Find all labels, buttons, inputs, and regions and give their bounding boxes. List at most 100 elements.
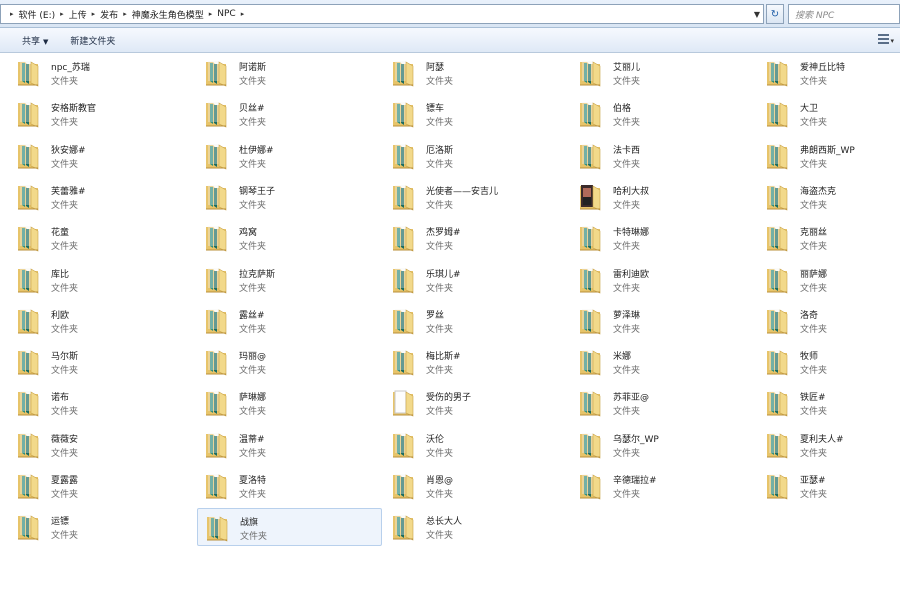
breadcrumb-item[interactable]: 软件 (E:): [19, 8, 56, 21]
breadcrumb-item[interactable]: 发布: [100, 8, 118, 21]
folder-icon: [16, 99, 40, 128]
folder-item[interactable]: 铁匠# 文件夹: [749, 384, 900, 422]
folder-item[interactable]: 丽萨娜 文件夹: [749, 261, 900, 299]
folder-type-label: 文件夹: [239, 242, 267, 253]
folder-icon: [578, 58, 602, 87]
folder-item[interactable]: 鸡窝 文件夹: [188, 219, 372, 257]
folder-item[interactable]: 弗朗西斯_WP 文件夹: [749, 137, 900, 175]
address-bar[interactable]: ▸ 软件 (E:) ▸ 上传 ▸ 发布 ▸ 神魔永生角色模型 ▸ NPC ▸ ▼: [0, 4, 764, 24]
folder-item[interactable]: 萨琳娜 文件夹: [188, 384, 372, 422]
folder-item[interactable]: 萝泽琳 文件夹: [562, 302, 746, 340]
folder-item[interactable]: 肖恩@ 文件夹: [375, 467, 559, 505]
folder-icon: [391, 265, 415, 294]
folder-item[interactable]: 拉克萨斯 文件夹: [188, 261, 372, 299]
folder-item[interactable]: 海盗杰克 文件夹: [749, 178, 900, 216]
breadcrumb-item[interactable]: 神魔永生角色模型: [132, 8, 204, 21]
folder-item[interactable]: 厄洛斯 文件夹: [375, 137, 559, 175]
folder-item[interactable]: 总长大人 文件夹: [375, 508, 559, 546]
folder-type-label: 文件夹: [613, 366, 641, 377]
folder-item[interactable]: 安格斯教官 文件夹: [0, 95, 184, 133]
folder-item[interactable]: 光使者——安吉儿 文件夹: [375, 178, 559, 216]
folder-item[interactable]: 芙蕾雅# 文件夹: [0, 178, 184, 216]
folder-item[interactable]: 战旗 文件夹: [197, 508, 382, 547]
folder-item[interactable]: 利欧 文件夹: [0, 302, 184, 340]
folder-item[interactable]: 法卡西 文件夹: [562, 137, 746, 175]
search-input[interactable]: 搜索 NPC: [788, 4, 900, 24]
folder-item[interactable]: 沃伦 文件夹: [375, 426, 559, 464]
folder-item[interactable]: 阿瑟 文件夹: [375, 54, 559, 92]
folder-name: 阿诺斯: [239, 63, 267, 73]
folder-name: 鸡窝: [239, 228, 258, 239]
folder-item[interactable]: 伯格 文件夹: [562, 95, 746, 133]
folder-type-label: 文件夹: [426, 118, 454, 129]
folder-name: 乌瑟尔_WP: [613, 434, 659, 445]
view-options-icon[interactable]: ▾: [878, 34, 894, 46]
folder-item[interactable]: npc_苏瑞 文件夹: [0, 54, 184, 92]
folder-item[interactable]: 卡特琳娜 文件夹: [562, 219, 746, 257]
breadcrumb-chevron-icon[interactable]: ▸: [123, 10, 127, 18]
folder-item[interactable]: 克丽丝 文件夹: [749, 219, 900, 257]
folder-name: 艾丽儿: [613, 63, 641, 73]
folder-icon: [578, 265, 602, 294]
file-list: npc_苏瑞 文件夹 阿诺斯 文件夹 阿瑟 文件夹 艾丽儿 文件夹 爱神丘比特 文件夹 安格斯教官文…: [0, 54, 900, 615]
folder-item[interactable]: 夏洛特 文件夹: [188, 467, 372, 505]
folder-item[interactable]: 库比 文件夹: [0, 261, 184, 299]
breadcrumb-item[interactable]: NPC: [217, 9, 235, 19]
folder-name: 运镖: [51, 517, 70, 528]
folder-item[interactable]: 大卫 文件夹: [749, 95, 900, 133]
folder-name: 沃伦: [426, 434, 445, 445]
breadcrumb-chevron-icon[interactable]: ▸: [241, 10, 245, 18]
folder-item[interactable]: 苏菲亚@ 文件夹: [562, 384, 746, 422]
folder-item[interactable]: 运镖 文件夹: [0, 508, 184, 546]
folder-type-label: 文件夹: [800, 490, 828, 500]
folder-item[interactable]: 玛丽@ 文件夹: [188, 343, 372, 381]
breadcrumb-chevron-icon[interactable]: ▸: [209, 10, 213, 18]
folder-item[interactable]: 洛奇 文件夹: [749, 302, 900, 340]
folder-item[interactable]: 辛德瑞拉# 文件夹: [562, 467, 746, 505]
folder-item[interactable]: 梅比斯# 文件夹: [375, 343, 559, 381]
folder-type-label: 文件夹: [613, 407, 641, 418]
folder-item[interactable]: 受伤的男子 文件夹: [375, 384, 559, 422]
folder-item[interactable]: 乌瑟尔_WP 文件夹: [562, 426, 746, 464]
folder-item[interactable]: 牧师 文件夹: [749, 343, 900, 381]
folder-item[interactable]: 爱神丘比特 文件夹: [749, 54, 900, 92]
folder-item[interactable]: 亚瑟# 文件夹: [749, 467, 900, 505]
folder-type-label: 文件夹: [239, 200, 267, 211]
breadcrumb-item[interactable]: 上传: [69, 8, 87, 21]
folder-item[interactable]: 阿诺斯 文件夹: [188, 54, 372, 92]
folder-icon: [204, 265, 228, 294]
folder-item[interactable]: 艾丽儿 文件夹: [562, 54, 746, 92]
folder-item[interactable]: 薇薇安 文件夹: [0, 426, 184, 464]
folder-type-label: 文件夹: [800, 324, 828, 335]
folder-icon: [391, 141, 415, 170]
folder-item[interactable]: 温蒂# 文件夹: [188, 426, 372, 464]
folder-item[interactable]: 夏露露 文件夹: [0, 467, 184, 505]
folder-item[interactable]: 贝丝# 文件夹: [188, 95, 372, 133]
breadcrumb-chevron-icon[interactable]: ▸: [92, 10, 96, 18]
address-dropdown-icon[interactable]: ▼: [754, 10, 760, 19]
folder-item[interactable]: 夏利夫人# 文件夹: [749, 426, 900, 464]
breadcrumb-root-chevron-icon[interactable]: ▸: [10, 10, 14, 18]
folder-item[interactable]: 诺布 文件夹: [0, 384, 184, 422]
folder-item[interactable]: 罗丝 文件夹: [375, 302, 559, 340]
refresh-button[interactable]: ↻: [766, 4, 784, 24]
folder-type-label: 文件夹: [800, 366, 828, 377]
folder-item[interactable]: 米娜 文件夹: [562, 343, 746, 381]
breadcrumb-chevron-icon[interactable]: ▸: [60, 10, 64, 18]
folder-item[interactable]: 哈利大叔 文件夹: [562, 178, 746, 216]
folder-name: 哈利大叔: [613, 186, 650, 197]
folder-item[interactable]: 乐琪儿# 文件夹: [375, 261, 559, 299]
new-folder-button[interactable]: 新建文件夹: [70, 34, 115, 47]
folder-item[interactable]: 狄安娜# 文件夹: [0, 137, 184, 175]
folder-item[interactable]: 镖车 文件夹: [375, 95, 559, 133]
folder-item[interactable]: 杰罗姆# 文件夹: [375, 219, 559, 257]
folder-item[interactable]: 杜伊娜# 文件夹: [188, 137, 372, 175]
folder-name: 受伤的男子: [426, 393, 472, 404]
share-button[interactable]: 共享 ▼: [22, 34, 48, 47]
folder-item[interactable]: 露丝# 文件夹: [188, 302, 372, 340]
folder-item[interactable]: 花童 文件夹: [0, 219, 184, 257]
folder-item[interactable]: 马尔斯 文件夹: [0, 343, 184, 381]
folder-item[interactable]: 钢琴王子 文件夹: [188, 178, 372, 216]
folder-item[interactable]: 雷利迪欧 文件夹: [562, 261, 746, 299]
folder-name: 伯格: [613, 104, 632, 115]
